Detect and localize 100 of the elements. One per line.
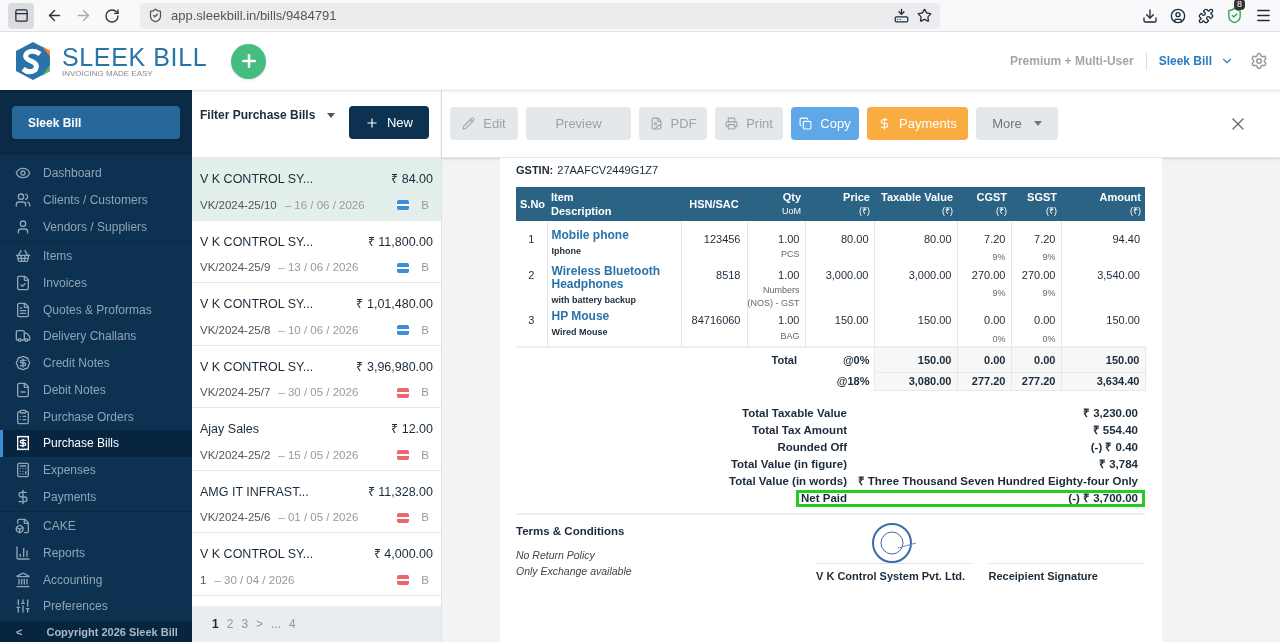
bill-number: 1 — [200, 572, 207, 588]
gstin-value: 27AAFCV2449G1Z7 — [557, 163, 659, 178]
bill-date: – 30 / 05 / 2026 — [278, 385, 359, 401]
menu-icon[interactable] — [1255, 7, 1272, 24]
tab-button[interactable] — [8, 2, 34, 29]
item-name[interactable]: Wireless Bluetooth Headphones — [551, 264, 677, 291]
bill-amount: ₹ 12.00 — [391, 421, 433, 438]
back-icon[interactable] — [46, 7, 63, 24]
nav-item[interactable]: Invoices — [0, 269, 192, 297]
bar-chart-icon — [15, 544, 31, 561]
dollar-badge-icon — [15, 355, 31, 372]
bank-icon — [15, 571, 31, 588]
bill-amount: ₹ 11,328.00 — [367, 483, 433, 501]
table-cell: 94.40 — [1061, 220, 1145, 265]
bill-amount: ₹ 84.00 — [391, 171, 433, 188]
bill-date: – 13 / 06 / 2026 — [278, 260, 359, 276]
vendor-name: V K CONTROL SY... — [200, 358, 314, 376]
nav-item[interactable]: Accounting — [0, 566, 192, 593]
box-icon — [15, 518, 31, 535]
caret-icon — [327, 112, 336, 118]
vendor-name: V K CONTROL SY... — [200, 233, 314, 251]
item-name[interactable]: HP Mouse — [551, 310, 677, 323]
nav-item[interactable]: Delivery Challans — [0, 323, 192, 350]
nav-item[interactable]: Reports — [0, 539, 192, 567]
terms-line: No Return Policy — [516, 547, 596, 563]
uom-text: PCS — [780, 248, 800, 261]
star-icon[interactable] — [917, 8, 932, 23]
tax-rate: 9% — [991, 251, 1006, 264]
table-cell-text: 7.20 — [1033, 231, 1056, 247]
signature-label: Receipient Signature — [988, 562, 1145, 583]
settings-icon[interactable] — [1250, 52, 1268, 70]
tax-slab: @18% — [805, 372, 874, 390]
nav-item[interactable]: Credit Notes — [0, 349, 192, 377]
column-header: Item Description — [547, 186, 681, 221]
nav-item[interactable]: Expenses — [0, 456, 192, 484]
bill-number: VK/2024-25/8 — [200, 322, 271, 338]
bill-amount: ₹ 1,01,480.00 — [356, 296, 433, 313]
url-text: app.sleekbill.in/bills/9484791 — [171, 6, 338, 25]
status-letter: B — [421, 322, 429, 338]
copyright-text: Copyright 2026 Sleek Bill — [46, 624, 178, 640]
column-header: Price (₹) — [805, 186, 874, 221]
account-icon[interactable] — [1170, 7, 1186, 24]
nav-item[interactable]: Purchase Orders — [0, 403, 192, 430]
bill-date: – 16 / 06 / 2026 — [284, 197, 365, 213]
reload-icon[interactable] — [104, 7, 120, 24]
nav-item[interactable]: CAKE — [0, 512, 192, 540]
column-header: S.No — [516, 186, 547, 221]
bill-number: VK/2024-25/10 — [200, 197, 277, 213]
address-bar[interactable]: app.sleekbill.in/bills/9484791 — [140, 2, 940, 29]
nav-item[interactable]: Clients / Customers — [0, 186, 192, 214]
company-button[interactable]: Sleek Bill — [12, 106, 180, 139]
toolbar-button[interactable]: More — [976, 107, 1058, 140]
document-check-icon — [15, 275, 31, 292]
install-icon[interactable] — [894, 8, 909, 23]
table-cell: 150.00 — [874, 310, 957, 347]
document-minus-icon — [15, 381, 31, 398]
table-cell: 80.00 — [874, 220, 957, 265]
filter-dropdown[interactable]: Filter Purchase Bills — [200, 106, 336, 124]
collapse-button[interactable]: < — [16, 623, 23, 641]
vendor-name: V K CONTROL SY... — [200, 296, 314, 313]
basket-icon — [15, 248, 31, 265]
nav-item[interactable]: Debit Notes — [0, 376, 192, 404]
pencil-icon — [462, 117, 476, 130]
table-cell: 3,000.00 — [874, 264, 957, 310]
table-cell-text: 1.00 — [777, 267, 800, 283]
nav-item[interactable]: Dashboard — [0, 160, 192, 187]
shield-extension-icon[interactable] — [1226, 7, 1243, 24]
extensions-icon[interactable] — [1198, 7, 1214, 24]
vendor-name: Ajay Sales — [200, 421, 260, 438]
summary-value: ₹ 3,230.00 — [1082, 407, 1139, 419]
nav-item[interactable]: Vendors / Suppliers — [0, 213, 192, 241]
dollar-icon — [15, 488, 31, 505]
nav-item[interactable]: Payments — [0, 483, 192, 510]
table-cell: 150.00 — [805, 310, 874, 347]
nav-item[interactable]: Preferences — [0, 593, 192, 620]
tax-rate: 0% — [991, 332, 1006, 346]
document-icon — [15, 301, 31, 318]
account-menu[interactable]: Sleek Bill — [1158, 52, 1234, 70]
vendor-name: AMG IT INFRAST... — [200, 483, 309, 501]
logo-title: SLEEK BILL — [62, 44, 208, 70]
column-header: HSN/SAC — [681, 186, 747, 221]
download-icon[interactable] — [1142, 7, 1158, 24]
item-description: Wired Mouse — [551, 326, 609, 339]
tax-rate: 0% — [1041, 332, 1056, 346]
new-button[interactable]: New — [349, 106, 429, 139]
page-link[interactable]: 1 — [212, 615, 219, 633]
nav-item[interactable]: Items — [0, 243, 192, 270]
bill-date: – 30 / 04 / 2026 — [214, 572, 295, 588]
bill-item[interactable]: V K CONTROL SY... ₹ 84.00 VK/2024-25/10 – 16 / 06 / 2026 B — [192, 158, 441, 221]
bill-number: VK/2024-25/6 — [200, 510, 271, 526]
clipboard-icon — [15, 408, 31, 425]
table-cell: 0.00 — [1011, 347, 1061, 373]
status-letter: B — [421, 260, 429, 276]
nav-item[interactable]: Quotes & Proformas — [0, 296, 192, 324]
nav-item[interactable]: Purchase Bills — [0, 429, 192, 457]
tax-slab: @0% — [805, 347, 874, 373]
caret-icon — [1033, 121, 1042, 126]
table-cell: 84716060 — [681, 310, 747, 347]
row-number: 3 — [516, 310, 547, 347]
item-name[interactable]: Mobile phone — [551, 228, 677, 242]
